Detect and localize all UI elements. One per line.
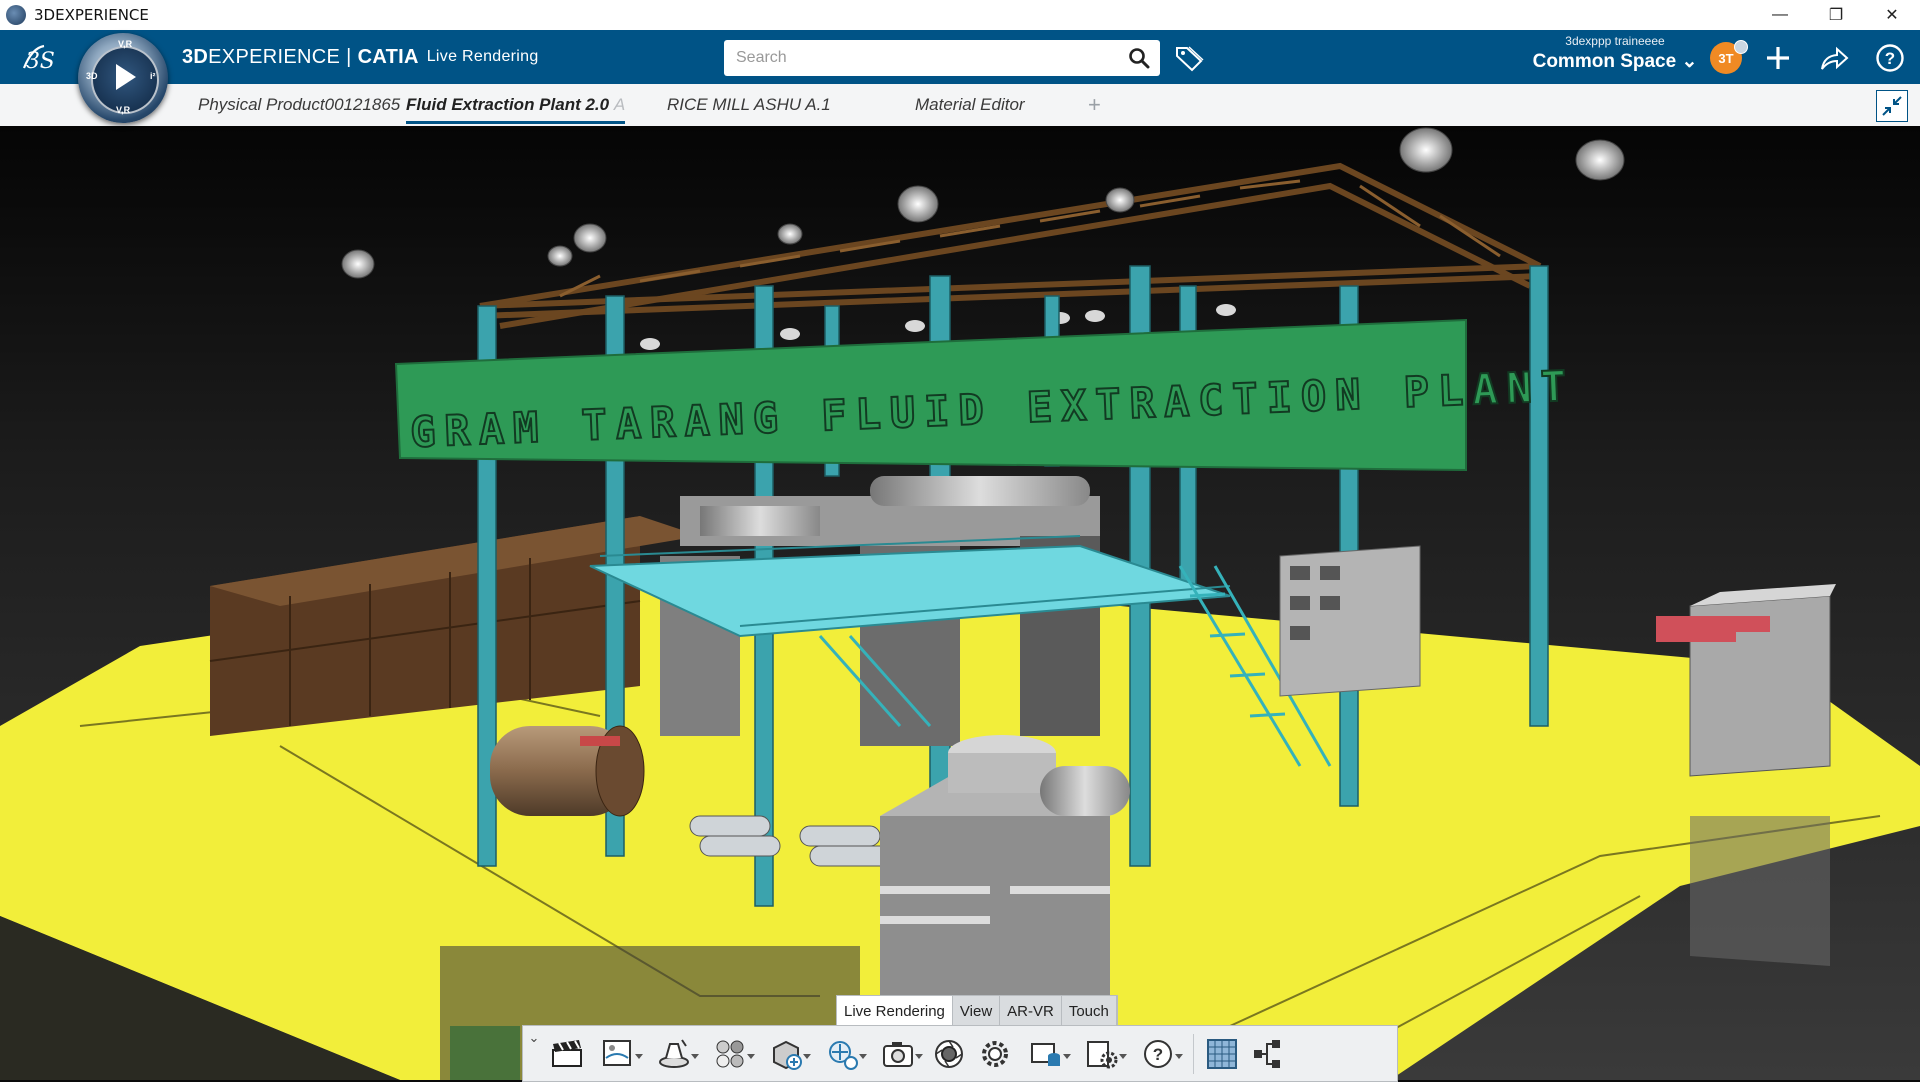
- svg-text:?: ?: [1885, 49, 1895, 68]
- tag-icon[interactable]: [1174, 44, 1204, 72]
- render-database-button[interactable]: [1019, 1032, 1073, 1076]
- space-selector[interactable]: Common Space ⌄: [1530, 50, 1700, 73]
- brand-app-name: Live Rendering: [426, 48, 539, 65]
- search-input[interactable]: [734, 48, 1118, 68]
- tab-touch[interactable]: Touch: [1062, 996, 1117, 1026]
- user-info[interactable]: 3dexppp traineeee Common Space ⌄: [1530, 34, 1700, 73]
- tree-structure-icon: [1254, 1039, 1280, 1068]
- play-icon[interactable]: [116, 64, 136, 90]
- window-titlebar: 3DEXPERIENCE — ❐ ✕: [0, 0, 1920, 30]
- compass-widget[interactable]: V,R 3D i² V,R: [78, 33, 168, 123]
- tab-label: Material Editor: [915, 95, 1025, 114]
- compass-right-label: i²: [150, 71, 156, 81]
- help-icon: ?: [1144, 1039, 1172, 1068]
- capture-camera-icon: [883, 1041, 913, 1067]
- brand-experience: EXPERIENCE: [208, 45, 341, 68]
- status-dot-icon: [1734, 40, 1748, 54]
- share-icon: [1821, 46, 1849, 70]
- lens-button[interactable]: [927, 1032, 971, 1076]
- ground-grid-button[interactable]: [1200, 1032, 1244, 1076]
- tab-label: RICE MILL ASHU A.1: [667, 95, 831, 114]
- render-settings-icon: [1087, 1040, 1118, 1068]
- minimize-icon[interactable]: —: [1752, 0, 1808, 30]
- plant-3d-scene[interactable]: GRAM TARANG FLUID EXTRACTION PLANT: [0, 126, 1920, 1080]
- tree-structure-button[interactable]: [1246, 1032, 1290, 1076]
- electrical-panels: [1279, 545, 1421, 697]
- materials-button[interactable]: [703, 1032, 757, 1076]
- app-header: ЗS 3D EXPERIENCE | CATIA Live Rendering …: [0, 30, 1920, 84]
- brand-catia: CATIA: [357, 45, 419, 68]
- add-object-icon: [773, 1040, 802, 1070]
- svg-text:?: ?: [1153, 1045, 1163, 1064]
- 3d-viewport[interactable]: GRAM TARANG FLUID EXTRACTION PLANT: [0, 126, 1920, 1080]
- app-logo-icon: [6, 5, 26, 25]
- render-database-icon: [1031, 1042, 1060, 1066]
- studio-lights-button[interactable]: [647, 1032, 701, 1076]
- tab-ar-vr[interactable]: AR-VR: [1000, 996, 1062, 1026]
- tab-physical-product[interactable]: Physical Product00121865: [198, 84, 400, 126]
- tab-material-editor[interactable]: Material Editor: [915, 84, 1025, 126]
- action-bar-tabs: Live Rendering View AR-VR Touch: [836, 995, 1118, 1027]
- toolbar-separator: [1193, 1033, 1194, 1074]
- share-button[interactable]: [1818, 42, 1850, 74]
- tab-view[interactable]: View: [953, 996, 1001, 1026]
- action-bar: ⌄ ?: [522, 1025, 1398, 1082]
- settings-button[interactable]: [973, 1032, 1017, 1076]
- add-object-button[interactable]: [759, 1032, 813, 1076]
- plus-icon: [1767, 47, 1789, 69]
- tab-fluid-extraction-plant[interactable]: Fluid Extraction Plant 2.0 A: [406, 84, 626, 126]
- tab-revision: A: [613, 95, 626, 114]
- clapperboard-button[interactable]: [545, 1032, 589, 1076]
- environment-button[interactable]: [591, 1032, 645, 1076]
- capture-camera-button[interactable]: [871, 1032, 925, 1076]
- lens-icon: [935, 1039, 963, 1068]
- settings-gear-icon: [982, 1040, 1008, 1067]
- 3ds-logo-icon[interactable]: ЗS: [18, 38, 62, 78]
- tab-label: Physical Product00121865: [198, 95, 401, 114]
- clapperboard-icon: [552, 1039, 582, 1067]
- avatar[interactable]: 3T: [1710, 40, 1748, 74]
- render-settings-button[interactable]: [1075, 1032, 1129, 1076]
- tab-label: Fluid Extraction Plant 2.0: [406, 95, 610, 114]
- add-tab-button[interactable]: +: [1088, 84, 1101, 126]
- add-button[interactable]: [1762, 42, 1794, 74]
- studio-lights-icon: [659, 1038, 689, 1068]
- window-controls: — ❐ ✕: [1752, 0, 1920, 30]
- search-box: [724, 40, 1160, 76]
- compass-left-label: 3D: [86, 71, 98, 81]
- add-light-button[interactable]: [815, 1032, 869, 1076]
- close-icon[interactable]: ✕: [1864, 0, 1920, 30]
- brand-separator: |: [346, 45, 352, 68]
- brand-3d: 3D: [182, 45, 209, 68]
- avatar-initials: 3T: [1718, 50, 1734, 66]
- user-name: 3dexppp traineeee: [1565, 34, 1665, 48]
- help-tool-button[interactable]: ?: [1131, 1032, 1185, 1076]
- search-icon[interactable]: [1128, 47, 1150, 69]
- add-light-icon: [829, 1040, 858, 1070]
- tab-bar: Physical Product00121865 Fluid Extractio…: [0, 84, 1920, 127]
- help-button[interactable]: ?: [1874, 42, 1906, 74]
- compass-top-label: V,R: [118, 39, 133, 49]
- tab-rice-mill[interactable]: RICE MILL ASHU A.1: [667, 84, 831, 126]
- materials-icon: [716, 1040, 744, 1067]
- restore-icon[interactable]: ❐: [1808, 0, 1864, 30]
- ground-grid-icon: [1207, 1038, 1237, 1069]
- svg-text:ЗS: ЗS: [26, 49, 55, 74]
- brand-title: 3D EXPERIENCE | CATIA Live Rendering: [182, 30, 539, 84]
- collapse-action-bar-button[interactable]: ⌄: [523, 1026, 545, 1081]
- compass-bottom-label: V,R: [116, 105, 131, 115]
- boiler-tank: [490, 725, 645, 817]
- tab-live-rendering[interactable]: Live Rendering: [837, 996, 953, 1026]
- minimize-arrows-icon: [1882, 96, 1902, 116]
- collapse-view-button[interactable]: [1876, 90, 1908, 122]
- window-title: 3DEXPERIENCE: [34, 6, 149, 24]
- help-circle-icon: ?: [1876, 44, 1904, 72]
- environment-icon: [603, 1039, 631, 1066]
